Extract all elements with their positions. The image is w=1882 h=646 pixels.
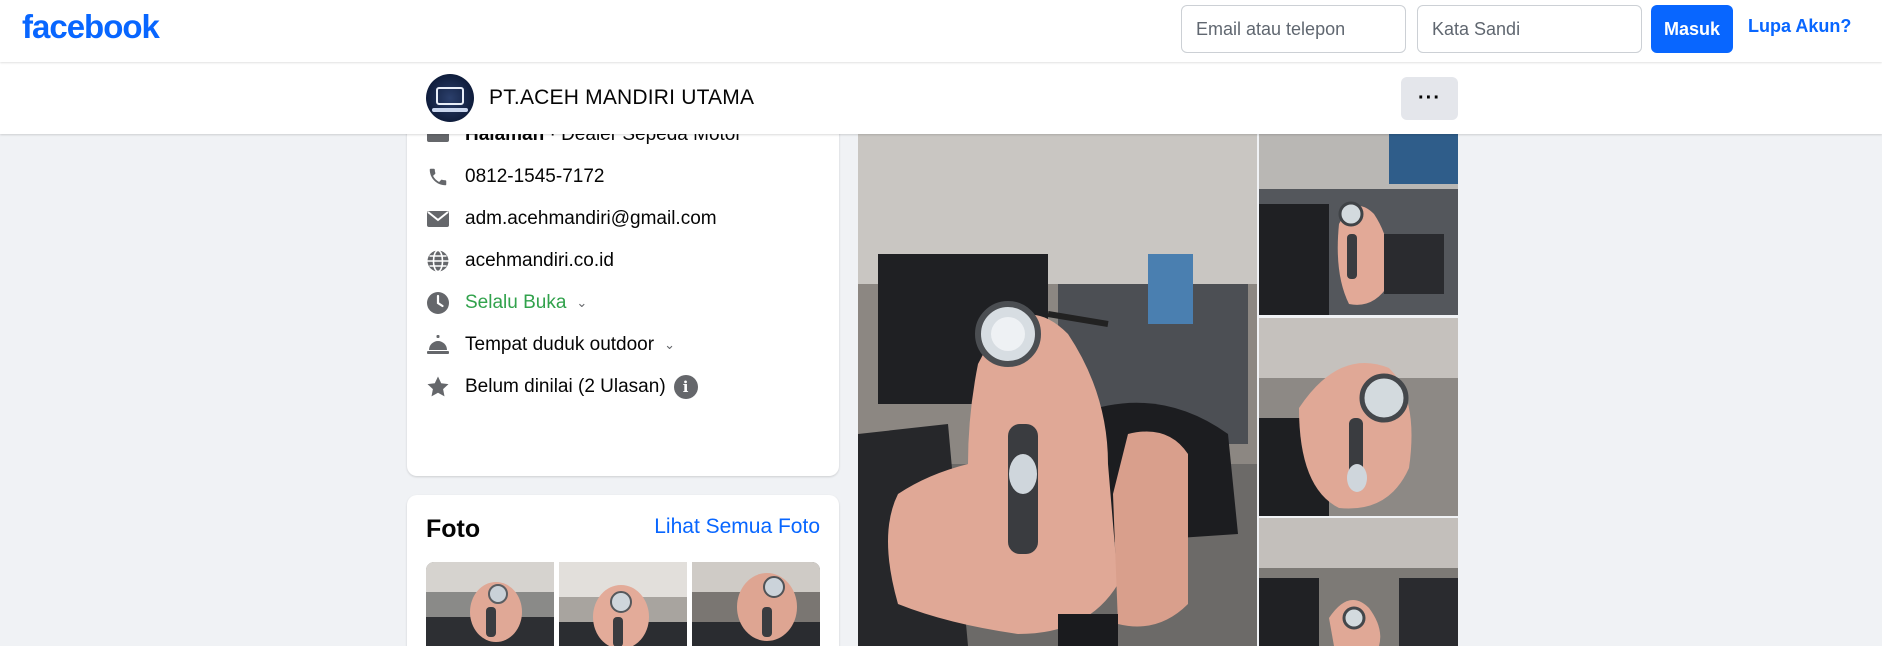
phone-row: 0812-1545-7172 <box>426 162 604 192</box>
rating-text: Belum dinilai (2 Ulasan) <box>465 376 666 397</box>
phone-icon <box>426 165 450 189</box>
photo-thumbnail[interactable] <box>426 562 554 646</box>
service-bell-icon <box>426 333 450 357</box>
photo-tile[interactable] <box>1259 134 1458 315</box>
intro-card: Halaman · Dealer Sepeda Motor 0812-1545-… <box>407 110 839 476</box>
phone-number[interactable]: 0812-1545-7172 <box>465 166 604 188</box>
rating-row: Belum dinilai (2 Ulasan) i <box>426 372 698 402</box>
chevron-down-icon[interactable]: ⌄ <box>576 295 587 311</box>
star-icon <box>426 375 450 399</box>
amenity-text[interactable]: Tempat duduk outdoor <box>465 334 654 356</box>
top-navbar: facebook Email atau telepon Kata Sandi M… <box>0 0 1882 62</box>
photos-card: Foto Lihat Semua Foto <box>407 495 839 646</box>
photo-tile[interactable] <box>1259 518 1458 646</box>
more-options-button[interactable]: ··· <box>1401 77 1458 120</box>
info-icon[interactable]: i <box>673 375 698 399</box>
forgot-account-link[interactable]: Lupa Akun? <box>1748 16 1851 37</box>
email-row: adm.acehmandiri@gmail.com <box>426 204 717 234</box>
email-input[interactable]: Email atau telepon <box>1181 5 1406 53</box>
featured-photo[interactable] <box>858 134 1257 646</box>
see-all-photos-link[interactable]: Lihat Semua Foto <box>654 515 820 539</box>
email-address[interactable]: adm.acehmandiri@gmail.com <box>465 208 717 230</box>
envelope-icon <box>426 207 450 231</box>
facebook-logo[interactable]: facebook <box>22 8 160 46</box>
website-row: acehmandiri.co.id <box>426 246 614 276</box>
photo-tile[interactable] <box>1259 318 1458 516</box>
hours-status[interactable]: Selalu Buka <box>465 292 566 314</box>
page-avatar[interactable] <box>426 74 474 122</box>
login-button[interactable]: Masuk <box>1651 5 1733 53</box>
hours-row[interactable]: Selalu Buka ⌄ <box>426 288 587 318</box>
photos-title: Foto <box>426 515 481 543</box>
page-name[interactable]: PT.ACEH MANDIRI UTAMA <box>489 86 754 110</box>
password-input[interactable]: Kata Sandi <box>1417 5 1642 53</box>
clock-icon <box>426 291 450 315</box>
globe-icon <box>426 249 450 273</box>
page-header: PT.ACEH MANDIRI UTAMA ··· <box>0 62 1882 134</box>
chevron-down-icon[interactable]: ⌄ <box>664 337 675 353</box>
photo-thumbnail[interactable] <box>692 562 820 646</box>
photo-thumbnail[interactable] <box>559 562 687 646</box>
website-link[interactable]: acehmandiri.co.id <box>465 250 614 272</box>
amenity-row[interactable]: Tempat duduk outdoor ⌄ <box>426 330 675 360</box>
